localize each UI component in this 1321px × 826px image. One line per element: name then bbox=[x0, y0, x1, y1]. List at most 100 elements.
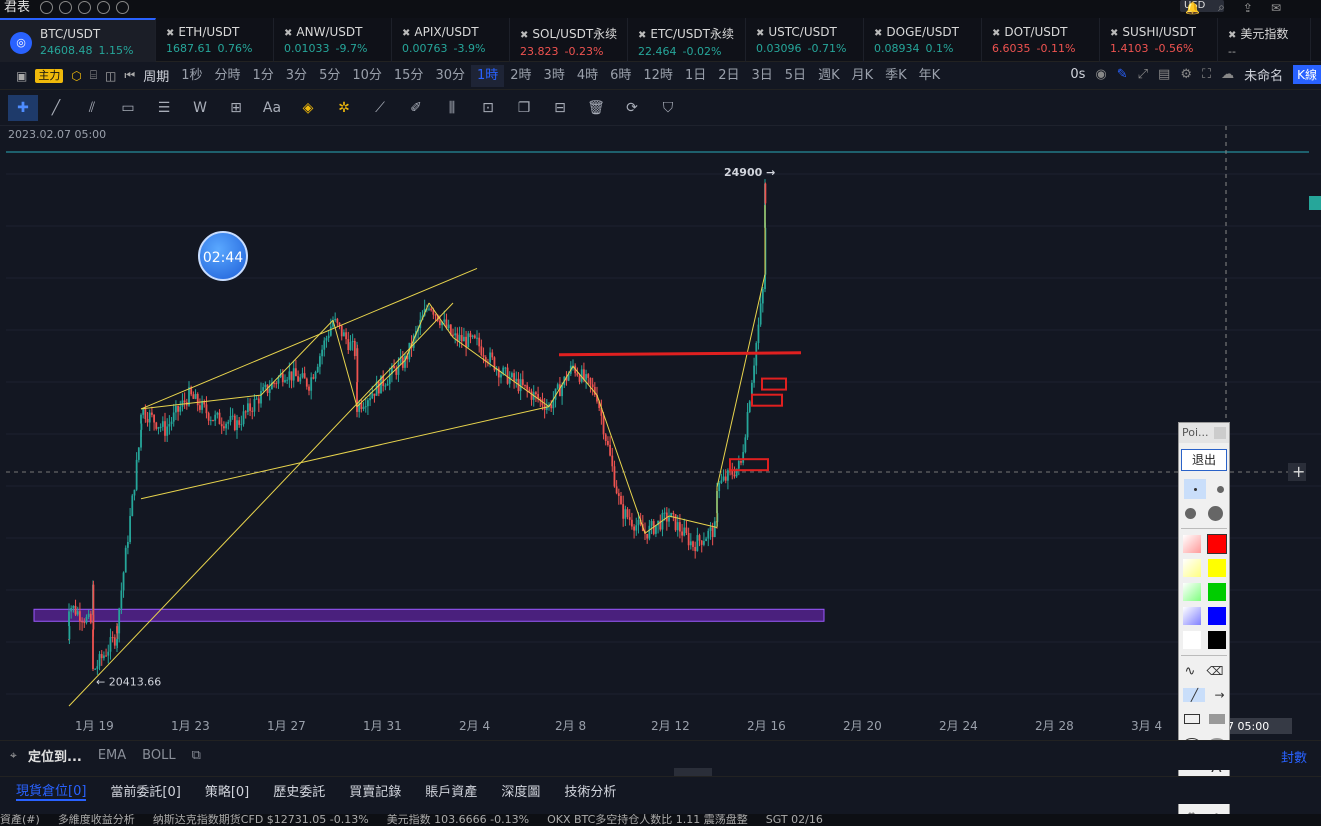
panel-tab[interactable]: 深度圖 bbox=[501, 781, 540, 800]
crosshair-tool-icon[interactable]: ✚ bbox=[8, 94, 38, 121]
seal-button[interactable]: 封數 bbox=[1281, 747, 1307, 766]
bell-icon[interactable]: 🔔 bbox=[1185, 1, 1200, 15]
fullscreen-icon[interactable]: ⛶ bbox=[1202, 67, 1211, 82]
expand-icon[interactable]: ⤢ bbox=[1138, 67, 1148, 82]
copy-icon[interactable]: ❐ bbox=[506, 100, 542, 116]
ticker-tab[interactable]: ✖ DOT/USDT 6.6035 -0.11% bbox=[982, 18, 1100, 62]
circle-icon[interactable] bbox=[78, 1, 91, 14]
rect-outline-icon[interactable] bbox=[1183, 714, 1200, 724]
timeframe-item[interactable]: 1時 bbox=[470, 64, 505, 87]
template-icon[interactable]: ⊟ bbox=[542, 100, 578, 116]
news-item[interactable]: 資產(#) bbox=[0, 814, 40, 826]
timeframe-item[interactable]: 2日 bbox=[712, 65, 745, 87]
chart-canvas[interactable]: 2023.02.07 05:00 24900 → ← 20413.66 1月 19 1月… bbox=[6, 126, 1321, 740]
dot-large-icon[interactable] bbox=[1185, 507, 1196, 519]
panel-tab[interactable]: 賬戶資產 bbox=[425, 781, 477, 800]
timeframe-item[interactable]: 1秒 bbox=[175, 65, 208, 87]
timeframe-item[interactable]: 12時 bbox=[637, 65, 679, 87]
timeframe-item[interactable]: 6時 bbox=[604, 65, 637, 87]
gann-tool-icon[interactable]: ◈ bbox=[290, 100, 326, 116]
pencil-icon[interactable]: ✎ bbox=[1117, 67, 1128, 82]
locate-button[interactable]: 定位到... bbox=[28, 746, 82, 765]
dot-small-icon[interactable] bbox=[1184, 479, 1207, 499]
ticker-tab[interactable]: ✖ SUSHI/USDT 1.4103 -0.56% bbox=[1100, 18, 1218, 62]
ruler-icon[interactable]: ⟋ bbox=[362, 100, 398, 116]
trash-icon[interactable]: 🗑 bbox=[578, 100, 614, 116]
color-swatch[interactable] bbox=[1182, 559, 1201, 577]
dot-xlarge-icon[interactable] bbox=[1208, 505, 1223, 521]
circle-icon[interactable] bbox=[59, 1, 72, 14]
color-swatch[interactable] bbox=[1182, 535, 1201, 553]
timeframe-item[interactable]: 2時 bbox=[504, 65, 537, 87]
color-swatch[interactable] bbox=[1182, 583, 1201, 601]
ticker-tab[interactable]: ✖ APIX/USDT 0.00763 -3.9% bbox=[392, 18, 510, 62]
wave-tool-icon[interactable]: W bbox=[182, 100, 218, 116]
text-tool[interactable]: Aa bbox=[254, 100, 290, 116]
camera-icon[interactable]: ◉ bbox=[1095, 67, 1106, 82]
timeframe-item[interactable]: 3時 bbox=[538, 65, 571, 87]
resize-handle[interactable] bbox=[674, 768, 712, 776]
color-swatch[interactable] bbox=[1207, 607, 1226, 625]
news-item[interactable]: 美元指数 103.6666 -0.13% bbox=[387, 814, 529, 826]
ticker-tab[interactable]: ✖ 美元指数 -- bbox=[1218, 18, 1311, 62]
timeframe-item[interactable]: 30分 bbox=[429, 65, 471, 87]
news-item[interactable]: SGT 02/16 bbox=[766, 814, 823, 826]
timeframe-item[interactable]: 1分 bbox=[247, 65, 280, 87]
timeframe-item[interactable]: 週K bbox=[812, 65, 846, 87]
rewind-icon[interactable]: ⏮ bbox=[124, 68, 135, 83]
exit-button[interactable]: 退出 bbox=[1181, 449, 1227, 471]
ticker-tab[interactable]: ◎ BTC/USDT 24608.48 1.15% bbox=[0, 18, 156, 62]
panel-tab[interactable]: 當前委託[0] bbox=[110, 781, 180, 800]
search-icon[interactable]: ⌕ bbox=[1218, 0, 1225, 15]
timeframe-item[interactable]: 5日 bbox=[779, 65, 812, 87]
trendline-tool-icon[interactable]: ╱ bbox=[38, 100, 74, 116]
price-chart[interactable]: 2023.02.07 05:00 24900 → ← 20413.66 1月 19 1月… bbox=[6, 126, 1321, 740]
timeframe-item[interactable]: 月K bbox=[846, 65, 880, 87]
boll-indicator[interactable]: BOLL bbox=[142, 748, 175, 763]
panel-tab[interactable]: 歷史委託 bbox=[273, 781, 325, 800]
main-force-badge[interactable]: 主力 bbox=[35, 68, 64, 83]
circle-icon[interactable] bbox=[40, 1, 53, 14]
pin-icon[interactable]: ⌖ bbox=[10, 748, 17, 763]
panel-tab[interactable]: 買賣記錄 bbox=[349, 781, 401, 800]
ticker-tab[interactable]: ✖ ANW/USDT 0.01033 -9.7% bbox=[274, 18, 392, 62]
rectangle-tool-icon[interactable]: ▭ bbox=[110, 100, 146, 116]
timeframe-item[interactable]: 5分 bbox=[313, 65, 346, 87]
gear-icon[interactable]: ⚙ bbox=[1180, 67, 1192, 82]
timer-badge[interactable]: 02:44 bbox=[198, 231, 248, 281]
mail-icon[interactable]: ✉ bbox=[1271, 1, 1281, 15]
news-item[interactable]: 多維度收益分析 bbox=[58, 814, 135, 826]
color-swatch[interactable] bbox=[1207, 559, 1226, 577]
timeframe-item[interactable]: 年K bbox=[913, 65, 947, 87]
ema-indicator[interactable]: EMA bbox=[98, 748, 126, 763]
ticker-tab[interactable]: ✖ ETC/USDT永续 22.464 -0.02% bbox=[628, 18, 746, 62]
close-icon[interactable] bbox=[1214, 427, 1226, 439]
color-swatch[interactable] bbox=[1182, 607, 1201, 625]
circle-icon[interactable] bbox=[97, 1, 110, 14]
timeframe-item[interactable]: 季K bbox=[879, 65, 913, 87]
timeframe-item[interactable]: 10分 bbox=[346, 65, 388, 87]
eraser-icon[interactable]: ⌫ bbox=[1207, 664, 1224, 678]
panel-tab[interactable]: 策略[0] bbox=[205, 781, 249, 800]
fib-tool-icon[interactable]: ☰ bbox=[146, 100, 182, 116]
color-swatch[interactable] bbox=[1206, 534, 1227, 554]
split-icon[interactable]: ◫ bbox=[105, 69, 116, 83]
timeframe-item[interactable]: 15分 bbox=[388, 65, 430, 87]
ticker-tab[interactable]: ✖ DOGE/USDT 0.08934 0.1% bbox=[864, 18, 982, 62]
curve-icon[interactable]: ∿ bbox=[1185, 664, 1196, 679]
circle-icon[interactable] bbox=[116, 1, 129, 14]
color-swatch[interactable] bbox=[1182, 631, 1201, 649]
ticker-tab[interactable]: ✖ ETH/USDT 1687.61 0.76% bbox=[156, 18, 274, 62]
candle-tool-icon[interactable]: ⫼ bbox=[434, 100, 470, 116]
layout-name-dropdown[interactable]: 未命名 bbox=[1244, 65, 1283, 84]
upload-icon[interactable]: ⇪ bbox=[1243, 1, 1253, 15]
color-swatch[interactable] bbox=[1207, 631, 1226, 649]
layout-icon[interactable]: ▣ bbox=[16, 69, 27, 83]
camera-icon[interactable]: ⌸ bbox=[90, 68, 97, 83]
chart-icon[interactable]: ▤ bbox=[1158, 67, 1170, 82]
news-item[interactable]: 纳斯达克指数期货CFD $12731.05 -0.13% bbox=[153, 814, 369, 826]
filter-icon[interactable]: ⛉ bbox=[650, 100, 686, 116]
timeframe-item[interactable]: 3分 bbox=[280, 65, 313, 87]
magnet-icon[interactable]: ⟳ bbox=[614, 100, 650, 116]
ticker-tab[interactable]: ✖ USTC/USDT 0.03096 -0.71% bbox=[746, 18, 864, 62]
